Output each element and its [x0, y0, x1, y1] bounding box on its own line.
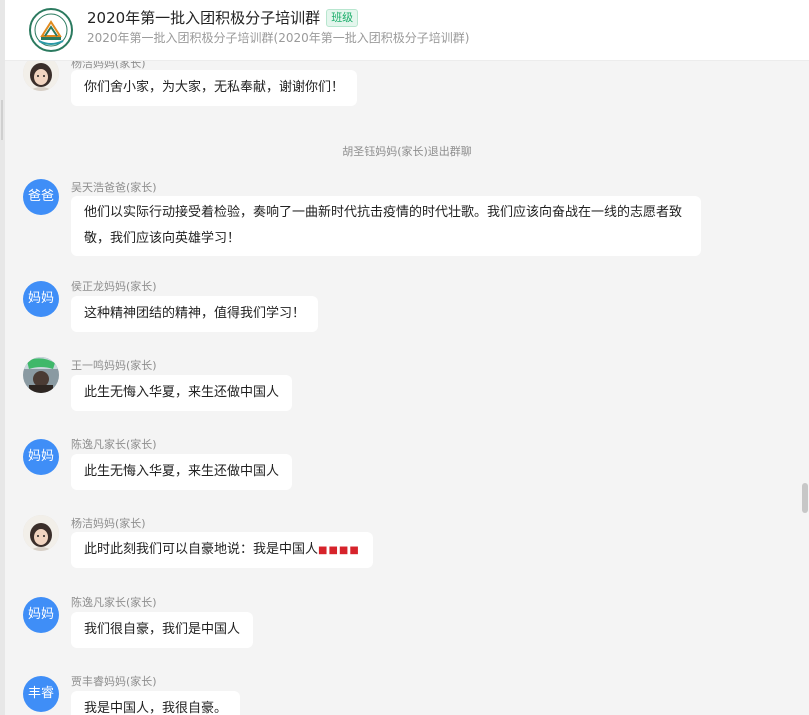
user-avatar[interactable]: 妈妈 [23, 281, 59, 317]
flag-emoji-icon: ■■■■ [318, 545, 360, 556]
message-item: 爸爸 吴天浩爸爸(家长) 他们以实际行动接受着检验，奏响了一曲新时代抗击疫情的时… [5, 179, 785, 259]
user-photo-avatar[interactable] [23, 357, 59, 393]
message-item: 王一鸣妈妈(家长) 此生无悔入华夏，来生还做中国人 [5, 357, 785, 417]
message-item: 妈妈 陈逸凡家长(家长) 我们很自豪，我们是中国人 [5, 594, 785, 654]
sender-name: 吴天浩爸爸(家长) [71, 181, 157, 194]
message-bubble[interactable]: 你们舍小家，为大家，无私奉献，谢谢你们！ [71, 70, 358, 106]
sender-name: 陈逸凡家长(家长) [71, 596, 157, 609]
message-bubble[interactable]: 他们以实际行动接受着检验，奏响了一曲新时代抗击疫情的时代壮歌。我们应该向奋战在一… [71, 196, 701, 256]
school-emblem-icon [29, 8, 73, 52]
user-avatar[interactable]: 妈妈 [23, 597, 59, 633]
message-bubble[interactable]: 此生无悔入华夏，来生还做中国人 [71, 375, 293, 411]
message-item: 妈妈 侯正龙妈妈(家长) 这种精神团结的精神，值得我们学习！ [5, 278, 785, 338]
message-text: 此生无悔入华夏，来生还做中国人 [84, 464, 280, 479]
message-text: 我们很自豪，我们是中国人 [84, 622, 241, 637]
sender-name: 侯正龙妈妈(家长) [71, 280, 157, 293]
scrollbar-thumb[interactable] [802, 483, 808, 513]
message-text: 你们舍小家，为大家，无私奉献，谢谢你们！ [84, 80, 345, 95]
message-text: 我是中国人，我很自豪。 [84, 701, 228, 715]
sender-name: 贾丰睿妈妈(家长) [71, 675, 157, 688]
sender-name: 陈逸凡家长(家长) [71, 438, 157, 451]
sender-name: 王一鸣妈妈(家长) [71, 359, 157, 372]
group-title: 2020年第一批入团积极分子培训群 班级 [87, 7, 359, 28]
message-text: 此生无悔入华夏，来生还做中国人 [84, 385, 280, 400]
system-notice: 胡圣钰妈妈(家长)退出群聊 [342, 145, 472, 158]
chat-header: 2020年第一批入团积极分子培训群 班级 2020年第一批入团积极分子培训群(2… [5, 0, 809, 61]
message-item: 丰睿 贾丰睿妈妈(家长) 我是中国人，我很自豪。 [5, 673, 785, 715]
user-photo-avatar[interactable] [23, 61, 59, 91]
group-name: 2020年第一批入团积极分子培训群 [87, 9, 321, 27]
message-text: 此时此刻我们可以自豪地说：我是中国人 [84, 542, 319, 557]
message-text: 他们以实际行动接受着检验，奏响了一曲新时代抗击疫情的时代壮歌。我们应该向奋战在一… [84, 205, 683, 246]
message-bubble[interactable]: 我们很自豪，我们是中国人 [71, 612, 254, 648]
class-badge: 班级 [326, 8, 359, 27]
message-item: 杨洁妈妈(家长) 你们舍小家，为大家，无私奉献，谢谢你们！ [5, 61, 785, 115]
message-bubble[interactable]: 此时此刻我们可以自豪地说：我是中国人■■■■ [71, 532, 373, 568]
message-bubble[interactable]: 此生无悔入华夏，来生还做中国人 [71, 454, 293, 490]
group-subtitle: 2020年第一批入团积极分子培训群(2020年第一批入团积极分子培训群) [87, 31, 470, 45]
user-avatar[interactable]: 妈妈 [23, 439, 59, 475]
message-bubble[interactable]: 我是中国人，我很自豪。 [71, 691, 241, 715]
message-item: 妈妈 陈逸凡家长(家长) 此生无悔入华夏，来生还做中国人 [5, 436, 785, 496]
user-avatar[interactable]: 爸爸 [23, 179, 59, 215]
sender-name: 杨洁妈妈(家长) [71, 517, 146, 530]
message-text: 这种精神团结的精神，值得我们学习！ [84, 306, 306, 321]
user-avatar[interactable]: 丰睿 [23, 676, 59, 712]
user-photo-avatar[interactable] [23, 515, 59, 551]
message-item: 杨洁妈妈(家长) 此时此刻我们可以自豪地说：我是中国人■■■■ [5, 515, 785, 575]
message-bubble[interactable]: 这种精神团结的精神，值得我们学习！ [71, 296, 319, 332]
message-list[interactable]: 杨洁妈妈(家长) 你们舍小家，为大家，无私奉献，谢谢你们！ 胡圣钰妈妈(家长)退… [5, 61, 809, 715]
